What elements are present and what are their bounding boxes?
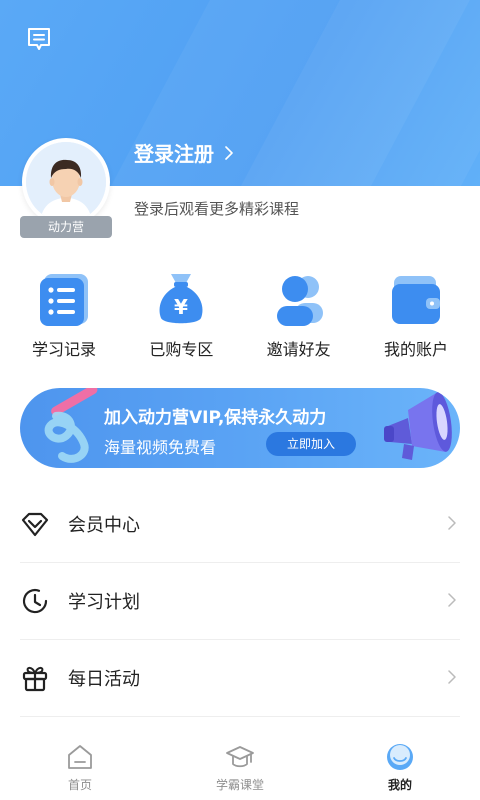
menu-item-study-plan[interactable]: 学习计划 <box>20 563 460 640</box>
member-badge: 动力营 <box>20 216 112 238</box>
quick-action-label: 邀请好友 <box>266 340 331 359</box>
tab-study-class[interactable]: 学霸课堂 <box>160 738 320 800</box>
svg-text:¥: ¥ <box>174 295 188 319</box>
friends-icon <box>276 276 323 326</box>
menu-item-member-center[interactable]: 会员中心 <box>20 486 460 563</box>
diamond-icon <box>21 512 49 537</box>
chevron-right-icon <box>448 593 456 607</box>
quick-action-study-record[interactable]: 学习记录 <box>18 270 110 370</box>
login-register-link[interactable]: 登录注册 <box>134 138 234 167</box>
home-icon <box>68 745 92 769</box>
quick-action-invite[interactable]: 邀请好友 <box>253 270 345 370</box>
banner-subtitle: 海量视频免费看 <box>104 438 217 457</box>
menu-item-label: 学习计划 <box>68 592 140 613</box>
quick-action-label: 学习记录 <box>31 340 96 359</box>
menu-item-label: 每日活动 <box>68 669 140 690</box>
menu-list: 会员中心 学习计划 每日活动 <box>0 486 480 717</box>
banner-title: 加入动力营VIP,保持永久动力 <box>104 408 327 428</box>
tab-label: 首页 <box>67 778 92 792</box>
chevron-right-icon <box>225 145 233 160</box>
bottom-tab-bar: 首页 学霸课堂 我的 <box>0 738 480 800</box>
quick-action-label: 已购专区 <box>149 340 214 359</box>
chevron-right-icon <box>448 516 456 530</box>
menu-item-daily-activity[interactable]: 每日活动 <box>20 640 460 717</box>
profile-circle-icon <box>387 744 413 770</box>
message-icon[interactable] <box>26 26 52 52</box>
quick-actions: 学习记录 ¥ 已购专区 邀请好友 我的账户 <box>0 270 480 370</box>
login-hint: 登录后观看更多精彩课程 <box>134 200 300 218</box>
join-now-button[interactable]: 立即加入 <box>266 432 356 456</box>
megaphone-icon <box>384 392 452 460</box>
avatar-block[interactable]: 动力营 <box>20 138 112 238</box>
clock-icon <box>22 589 48 614</box>
tab-label: 我的 <box>387 778 412 792</box>
vip-banner[interactable]: 加入动力营VIP,保持永久动力 海量视频免费看 立即加入 <box>20 388 460 468</box>
quick-action-purchased[interactable]: ¥ 已购专区 <box>135 270 227 370</box>
avatar[interactable] <box>22 138 110 226</box>
gift-icon <box>22 666 48 692</box>
login-register-label: 登录注册 <box>134 142 214 166</box>
default-avatar-icon <box>26 142 106 222</box>
quick-action-label: 我的账户 <box>383 340 448 359</box>
ribbon-decoration-icon <box>44 388 98 463</box>
quick-action-account[interactable]: 我的账户 <box>370 270 462 370</box>
money-bag-icon: ¥ <box>159 274 203 324</box>
menu-item-label: 会员中心 <box>68 515 140 536</box>
tab-label: 学霸课堂 <box>215 778 264 792</box>
list-doc-icon <box>40 274 88 326</box>
wallet-icon <box>391 276 440 324</box>
graduation-cap-icon <box>226 746 254 768</box>
tab-home[interactable]: 首页 <box>0 738 160 800</box>
tab-mine[interactable]: 我的 <box>320 738 480 800</box>
chevron-right-icon <box>448 670 456 684</box>
